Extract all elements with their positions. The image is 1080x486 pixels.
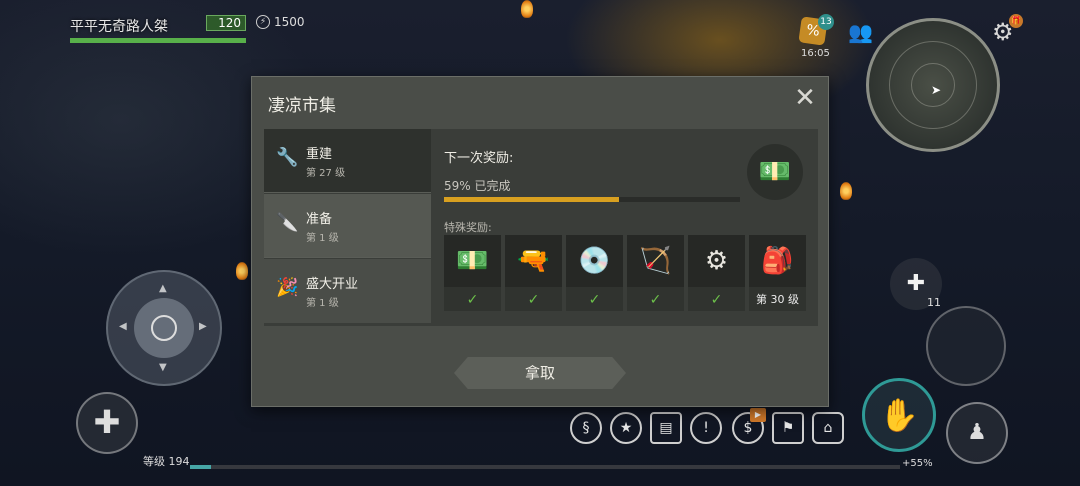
tab-rebuild[interactable]: 🔧 重建 第 27 级 (264, 129, 431, 193)
torch-icon (521, 0, 533, 18)
tab-subtitle: 第 1 级 (306, 298, 339, 309)
cash-bundle-icon[interactable]: 💵 (747, 144, 803, 200)
progress-text: 59% 已完成 (444, 179, 511, 193)
joystick-center (151, 315, 177, 341)
shop-badge: 13 (818, 14, 834, 30)
wrench-icon: 🔧 (276, 147, 299, 168)
map-icon[interactable]: ⚑ (772, 412, 804, 444)
collect-button[interactable]: 拿取 (454, 357, 626, 389)
progress-fill (444, 197, 619, 202)
reward-area: 下一次奖励: 59% 已完成 💵 特殊奖励: 💵 ✓ 🔫 ✓ 💿 ✓ 🏹 ✓ ⚙… (431, 129, 818, 326)
tasks-board-icon[interactable]: ▤ (650, 412, 682, 444)
torch-icon (840, 182, 852, 200)
reward-slot[interactable]: 💿 ✓ (566, 235, 623, 311)
check-icon: ✓ (444, 289, 501, 311)
gift-badge-icon: 🎁 (1009, 14, 1023, 28)
cash-bundle-icon: 💵 (444, 235, 501, 287)
tab-prepare[interactable]: 🔪 准备 第 1 级 (264, 194, 431, 258)
backpack-icon: 🎒 (749, 235, 806, 287)
vinyl-record-icon: 💿 (566, 235, 623, 287)
clan-shield-icon[interactable]: ★ (610, 412, 642, 444)
tab-grand-opening[interactable]: 🎉 盛大开业 第 1 级 (264, 259, 431, 323)
reward-slot[interactable]: 🎒 第 30 级 (749, 235, 806, 311)
player-name: 平平无奇路人桀 (70, 19, 168, 35)
energy-value: 1500 (274, 15, 305, 29)
arrow-down-icon: ▼ (159, 362, 167, 373)
xp-bar (190, 465, 900, 469)
heal-plus-button[interactable]: ✚ (76, 392, 138, 454)
pass-icon[interactable]: § (570, 412, 602, 444)
tab-title: 盛大开业 (306, 277, 359, 292)
reward-slot[interactable]: ⚙ ✓ (688, 235, 745, 311)
knife-icon: 🔪 (276, 212, 299, 233)
unlock-level: 第 30 级 (749, 289, 806, 311)
torch-icon (236, 262, 248, 280)
arrow-right-icon: ▶ (199, 321, 207, 332)
backpack-inventory-icon[interactable]: ⌂ (812, 412, 844, 444)
engine-part-icon: ⚙ (688, 235, 745, 287)
xp-bonus: +55% (902, 458, 933, 469)
clock: 16:05 (801, 48, 830, 59)
weapon-katana-slot[interactable] (926, 306, 1006, 386)
player-marker-icon: ➤ (931, 83, 942, 97)
consumable-count: 11 (927, 296, 941, 309)
tab-title: 重建 (306, 147, 333, 162)
reward-slot[interactable]: 💵 ✓ (444, 235, 501, 311)
quiver-icon: 🏹 (627, 235, 684, 287)
reward-slot[interactable]: 🔫 ✓ (505, 235, 562, 311)
interact-hand-button[interactable]: ✋ (862, 378, 936, 452)
stage-tabs: 🔧 重建 第 27 级 🔪 准备 第 1 级 🎉 盛大开业 第 1 级 (264, 129, 431, 326)
close-icon[interactable]: ✕ (792, 85, 818, 111)
check-icon: ✓ (627, 289, 684, 311)
health-value: 120 (206, 15, 246, 31)
reward-slot[interactable]: 🏹 ✓ (627, 235, 684, 311)
market-dialog: 凄凉市集 ✕ 🔧 重建 第 27 级 🔪 准备 第 1 级 🎉 盛大开业 第 1… (251, 76, 829, 407)
progress-bar (444, 197, 740, 202)
energy-display: ⚡ 1500 (256, 15, 305, 29)
friends-icon[interactable]: 👥 (848, 20, 873, 44)
tab-subtitle: 第 27 级 (306, 168, 346, 179)
player-level: 等级 194 (143, 455, 190, 468)
party-popper-icon: 🎉 (276, 277, 299, 298)
energy-icon: ⚡ (256, 15, 270, 29)
crouch-button[interactable]: ♟ (946, 402, 1008, 464)
video-play-icon: ▶ (750, 408, 766, 422)
arrow-up-icon: ▲ (159, 283, 167, 294)
special-rewards-label: 特殊奖励: (444, 221, 492, 234)
dialog-title: 凄凉市集 (268, 96, 336, 116)
alert-icon[interactable]: ! (690, 412, 722, 444)
dialog-content: 🔧 重建 第 27 级 🔪 准备 第 1 级 🎉 盛大开业 第 1 级 下一次奖… (264, 129, 818, 326)
check-icon: ✓ (505, 289, 562, 311)
minimap[interactable]: ➤ (866, 18, 1000, 152)
check-icon: ✓ (566, 289, 623, 311)
tab-subtitle: 第 1 级 (306, 233, 339, 244)
arrow-left-icon: ◀ (119, 321, 127, 332)
rifle-icon: 🔫 (505, 235, 562, 287)
tab-title: 准备 (306, 212, 333, 227)
next-reward-label: 下一次奖励: (444, 151, 514, 166)
health-bar (70, 38, 246, 43)
check-icon: ✓ (688, 289, 745, 311)
